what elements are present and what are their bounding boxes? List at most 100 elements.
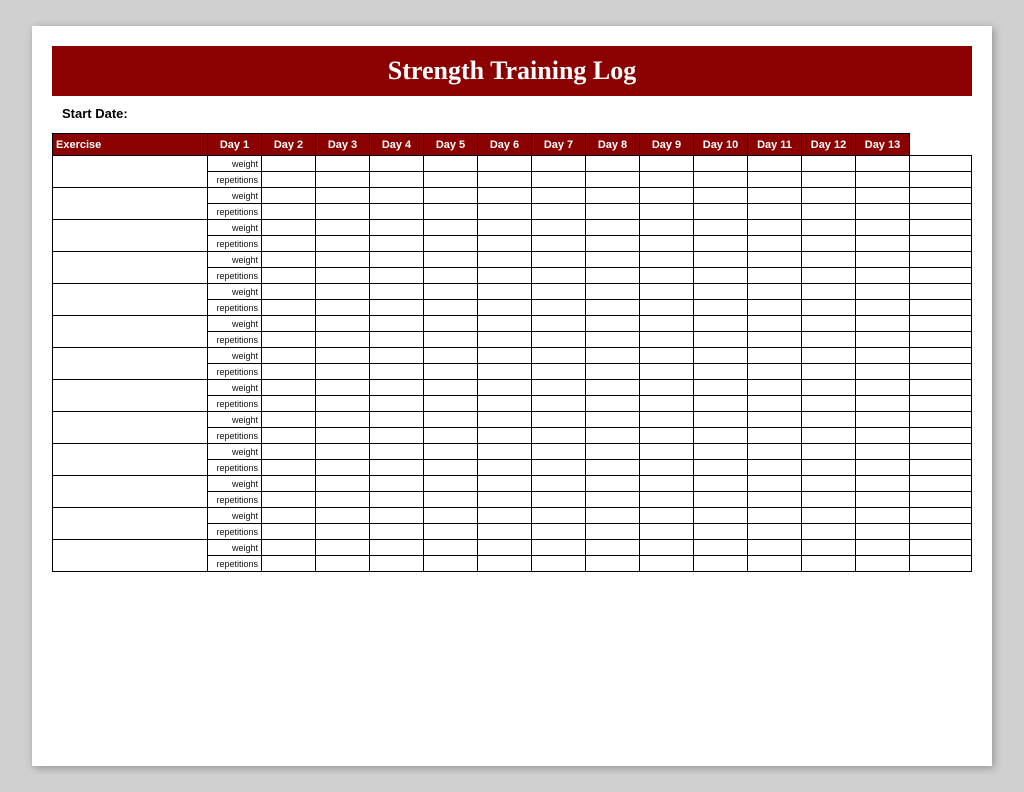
exercise-name-13[interactable] <box>53 540 208 572</box>
cell-r-ex7-d4[interactable] <box>424 364 478 380</box>
cell-w-ex8-d7[interactable] <box>586 380 640 396</box>
cell-r-ex10-d10[interactable] <box>748 460 802 476</box>
cell-r-ex13-d6[interactable] <box>532 556 586 572</box>
cell-w-ex13-d12[interactable] <box>856 540 910 556</box>
cell-w-ex5-d4[interactable] <box>424 284 478 300</box>
cell-r-ex8-d7[interactable] <box>586 396 640 412</box>
cell-r-ex9-d6[interactable] <box>532 428 586 444</box>
cell-r-ex7-d6[interactable] <box>532 364 586 380</box>
cell-r-ex5-d9[interactable] <box>694 300 748 316</box>
cell-w-ex1-d11[interactable] <box>802 156 856 172</box>
cell-w-ex3-d6[interactable] <box>532 220 586 236</box>
cell-w-ex3-d3[interactable] <box>370 220 424 236</box>
cell-w-ex7-d4[interactable] <box>424 348 478 364</box>
cell-w-ex5-d1[interactable] <box>262 284 316 300</box>
cell-w-ex12-d10[interactable] <box>748 508 802 524</box>
cell-r-ex10-d6[interactable] <box>532 460 586 476</box>
cell-r-ex3-d8[interactable] <box>640 236 694 252</box>
cell-w-ex6-d2[interactable] <box>316 316 370 332</box>
cell-w-ex12-d5[interactable] <box>478 508 532 524</box>
cell-r-ex4-d4[interactable] <box>424 268 478 284</box>
cell-w-ex11-d3[interactable] <box>370 476 424 492</box>
cell-w-ex1-d3[interactable] <box>370 156 424 172</box>
cell-r-ex7-d8[interactable] <box>640 364 694 380</box>
cell-r-ex11-d10[interactable] <box>748 492 802 508</box>
cell-w-ex8-d1[interactable] <box>262 380 316 396</box>
cell-w-ex4-d1[interactable] <box>262 252 316 268</box>
cell-w-ex10-d5[interactable] <box>478 444 532 460</box>
cell-r-ex13-d1[interactable] <box>262 556 316 572</box>
cell-r-ex13-d12[interactable] <box>856 556 910 572</box>
cell-r-ex1-d8[interactable] <box>640 172 694 188</box>
cell-r-ex5-d7[interactable] <box>586 300 640 316</box>
cell-w-ex10-d8[interactable] <box>640 444 694 460</box>
cell-r-ex5-d3[interactable] <box>370 300 424 316</box>
cell-w-ex5-d10[interactable] <box>748 284 802 300</box>
cell-r-ex3-d2[interactable] <box>316 236 370 252</box>
cell-w-ex11-d7[interactable] <box>586 476 640 492</box>
cell-w-ex7-d10[interactable] <box>748 348 802 364</box>
cell-r-ex6-d6[interactable] <box>532 332 586 348</box>
cell-w-ex7-d12[interactable] <box>856 348 910 364</box>
cell-r-ex2-d4[interactable] <box>424 204 478 220</box>
cell-r-ex2-d5[interactable] <box>478 204 532 220</box>
cell-w-ex3-d12[interactable] <box>856 220 910 236</box>
cell-w-ex7-d8[interactable] <box>640 348 694 364</box>
cell-r-ex4-d2[interactable] <box>316 268 370 284</box>
cell-r-ex9-d3[interactable] <box>370 428 424 444</box>
cell-r-ex9-d10[interactable] <box>748 428 802 444</box>
cell-r-ex4-d7[interactable] <box>586 268 640 284</box>
cell-w-ex9-d13[interactable] <box>910 412 972 428</box>
cell-w-ex3-d4[interactable] <box>424 220 478 236</box>
cell-w-ex8-d13[interactable] <box>910 380 972 396</box>
cell-w-ex9-d8[interactable] <box>640 412 694 428</box>
cell-w-ex13-d5[interactable] <box>478 540 532 556</box>
cell-r-ex2-d11[interactable] <box>802 204 856 220</box>
exercise-name-6[interactable] <box>53 316 208 348</box>
cell-r-ex12-d7[interactable] <box>586 524 640 540</box>
cell-r-ex6-d7[interactable] <box>586 332 640 348</box>
cell-w-ex12-d1[interactable] <box>262 508 316 524</box>
cell-r-ex12-d4[interactable] <box>424 524 478 540</box>
cell-w-ex3-d2[interactable] <box>316 220 370 236</box>
exercise-name-9[interactable] <box>53 412 208 444</box>
cell-w-ex13-d4[interactable] <box>424 540 478 556</box>
cell-w-ex4-d6[interactable] <box>532 252 586 268</box>
cell-r-ex5-d10[interactable] <box>748 300 802 316</box>
cell-w-ex12-d9[interactable] <box>694 508 748 524</box>
cell-r-ex7-d2[interactable] <box>316 364 370 380</box>
cell-r-ex8-d11[interactable] <box>802 396 856 412</box>
cell-r-ex9-d7[interactable] <box>586 428 640 444</box>
cell-r-ex12-d2[interactable] <box>316 524 370 540</box>
cell-w-ex12-d8[interactable] <box>640 508 694 524</box>
cell-r-ex12-d3[interactable] <box>370 524 424 540</box>
cell-w-ex2-d6[interactable] <box>532 188 586 204</box>
cell-w-ex13-d6[interactable] <box>532 540 586 556</box>
cell-w-ex2-d9[interactable] <box>694 188 748 204</box>
cell-w-ex3-d10[interactable] <box>748 220 802 236</box>
cell-w-ex8-d5[interactable] <box>478 380 532 396</box>
cell-w-ex5-d8[interactable] <box>640 284 694 300</box>
cell-w-ex12-d7[interactable] <box>586 508 640 524</box>
cell-r-ex1-d11[interactable] <box>802 172 856 188</box>
cell-r-ex11-d12[interactable] <box>856 492 910 508</box>
cell-r-ex12-d1[interactable] <box>262 524 316 540</box>
cell-r-ex7-d3[interactable] <box>370 364 424 380</box>
cell-r-ex8-d5[interactable] <box>478 396 532 412</box>
cell-r-ex4-d12[interactable] <box>856 268 910 284</box>
cell-w-ex7-d9[interactable] <box>694 348 748 364</box>
cell-r-ex13-d13[interactable] <box>910 556 972 572</box>
cell-r-ex1-d4[interactable] <box>424 172 478 188</box>
exercise-name-12[interactable] <box>53 508 208 540</box>
cell-r-ex13-d10[interactable] <box>748 556 802 572</box>
cell-w-ex1-d13[interactable] <box>910 156 972 172</box>
cell-r-ex10-d1[interactable] <box>262 460 316 476</box>
cell-w-ex10-d9[interactable] <box>694 444 748 460</box>
cell-r-ex6-d4[interactable] <box>424 332 478 348</box>
cell-w-ex8-d4[interactable] <box>424 380 478 396</box>
cell-w-ex5-d7[interactable] <box>586 284 640 300</box>
cell-r-ex2-d9[interactable] <box>694 204 748 220</box>
cell-w-ex5-d5[interactable] <box>478 284 532 300</box>
cell-r-ex5-d4[interactable] <box>424 300 478 316</box>
cell-w-ex9-d4[interactable] <box>424 412 478 428</box>
